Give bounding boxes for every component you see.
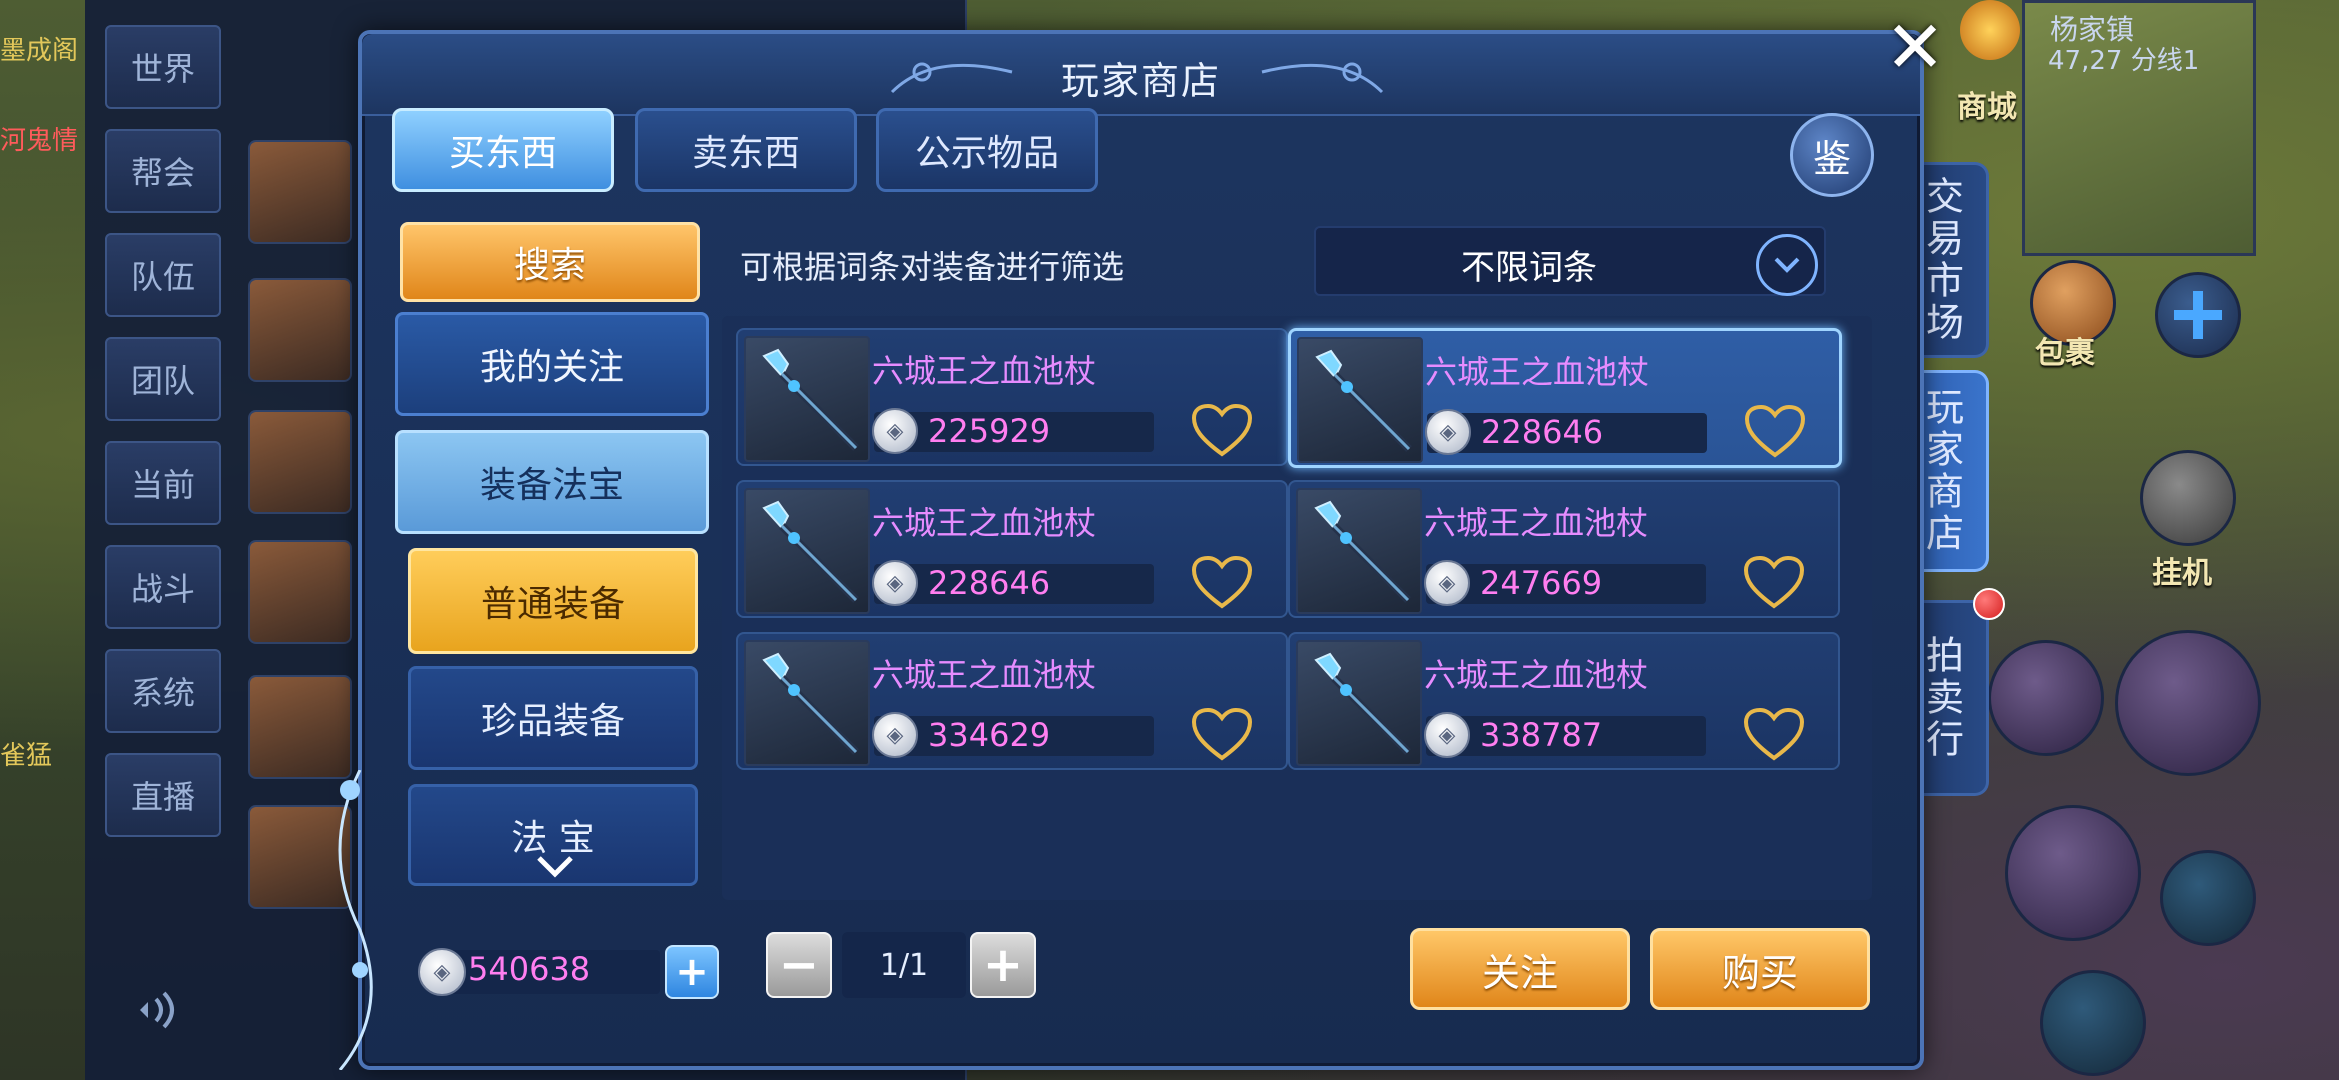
normal-equip-button[interactable]: 普通装备 — [408, 548, 698, 654]
item-price: 334629 — [928, 716, 1051, 754]
flower-ornament-icon — [300, 769, 390, 1071]
silver-coin-icon: ◈ — [1425, 409, 1471, 455]
listing-card[interactable]: 六城王之血池杖 ◈ 247669 — [1288, 480, 1840, 618]
chat-tab-world[interactable]: 世界 — [105, 25, 221, 109]
mall-icon — [1960, 0, 2020, 60]
item-name: 六城王之血池杖 — [872, 504, 1097, 542]
item-name: 六城王之血池杖 — [872, 656, 1097, 694]
filter-hint: 可根据词条对装备进行筛选 — [740, 248, 1125, 286]
auto-label: 挂机 — [2152, 556, 2212, 591]
silver-coin-icon: ◈ — [418, 948, 466, 996]
listing-card[interactable]: 六城王之血池杖 ◈ 225929 — [736, 328, 1288, 466]
chevron-down-icon[interactable] — [535, 850, 575, 891]
item-price: 228646 — [1481, 413, 1604, 451]
silver-coin-icon: ◈ — [1424, 712, 1470, 758]
item-price: 228646 — [928, 564, 1051, 602]
silver-coin-icon: ◈ — [1424, 560, 1470, 606]
affix-filter-dropdown[interactable]: 不限词条 — [1314, 226, 1826, 296]
avatar[interactable] — [248, 540, 352, 644]
skill-icon[interactable] — [2005, 805, 2141, 941]
left-edge-name: 雀猛 — [0, 741, 53, 771]
avatar[interactable] — [248, 278, 352, 382]
minimap-coords: 47,27 分线1 — [2048, 46, 2200, 76]
add-money-button[interactable]: + — [665, 945, 719, 999]
filter-selected-value: 不限词条 — [1461, 248, 1597, 288]
heart-icon[interactable] — [1742, 554, 1806, 610]
skill-icon[interactable] — [1988, 640, 2104, 756]
chat-channel-tabs: 世界 帮会 队伍 团队 当前 战斗 系统 直播 — [105, 25, 221, 857]
close-icon[interactable]: ✕ — [1880, 11, 1950, 83]
mall-label: 商城 — [1957, 90, 2017, 125]
staff-icon — [1297, 337, 1423, 463]
my-follow-button[interactable]: 我的关注 — [395, 312, 709, 416]
heart-icon[interactable] — [1190, 402, 1254, 458]
tab-sell[interactable]: 卖东西 — [635, 108, 857, 192]
voice-icon[interactable] — [130, 985, 190, 1035]
tab-public-items[interactable]: 公示物品 — [876, 108, 1098, 192]
item-price: 338787 — [1480, 716, 1603, 754]
chat-tab-current[interactable]: 当前 — [105, 441, 221, 525]
item-name: 六城王之血池杖 — [1424, 656, 1649, 694]
equip-magic-button[interactable]: 装备法宝 — [395, 430, 709, 534]
tab-buy[interactable]: 买东西 — [392, 108, 614, 192]
chat-tab-team[interactable]: 队伍 — [105, 233, 221, 317]
dialog-title-bar: 玩家商店 — [362, 34, 1920, 116]
heart-icon[interactable] — [1743, 403, 1807, 459]
avatar[interactable] — [248, 140, 352, 244]
silver-coin-icon: ◈ — [872, 712, 918, 758]
listing-card[interactable]: 六城王之血池杖 ◈ 228646 — [736, 480, 1288, 618]
avatar[interactable] — [248, 410, 352, 514]
staff-icon — [1296, 488, 1422, 614]
page-indicator: 1/1 — [842, 932, 966, 998]
item-name: 六城王之血池杖 — [1425, 353, 1650, 391]
plus-icon[interactable] — [2155, 272, 2241, 358]
staff-icon — [744, 336, 870, 462]
item-price: 247669 — [1480, 564, 1603, 602]
left-edge-name: 墨成阁 — [0, 36, 79, 66]
heart-icon[interactable] — [1190, 706, 1254, 762]
staff-icon — [1296, 640, 1422, 766]
listing-card[interactable]: 六城王之血池杖 ◈ 338787 — [1288, 632, 1840, 770]
staff-icon — [744, 488, 870, 614]
identify-button[interactable]: 鉴 — [1790, 113, 1874, 197]
search-button[interactable]: 搜索 — [400, 222, 700, 302]
prev-page-button[interactable]: − — [766, 932, 832, 998]
mall-button[interactable]: 商城 — [1945, 0, 2035, 125]
chevron-down-icon[interactable] — [1756, 234, 1818, 296]
skill-icon[interactable] — [2160, 850, 2256, 946]
listing-card[interactable]: 六城王之血池杖 ◈ 334629 — [736, 632, 1288, 770]
heart-icon[interactable] — [1742, 706, 1806, 762]
item-name: 六城王之血池杖 — [872, 352, 1097, 390]
item-price: 225929 — [928, 412, 1051, 450]
chat-tab-live[interactable]: 直播 — [105, 753, 221, 837]
chat-tab-battle[interactable]: 战斗 — [105, 545, 221, 629]
swords-icon[interactable] — [2140, 450, 2236, 546]
staff-icon — [744, 640, 870, 766]
money-value: 540638 — [468, 950, 591, 988]
notification-dot — [1973, 588, 2005, 620]
left-edge-name: 河鬼情 — [0, 126, 79, 156]
listing-card[interactable]: 六城王之血池杖 ◈ 228646 — [1288, 328, 1842, 468]
heart-icon[interactable] — [1190, 554, 1254, 610]
chat-tab-guild[interactable]: 帮会 — [105, 129, 221, 213]
bag-label: 包裹 — [2035, 336, 2095, 371]
skill-icon[interactable] — [2040, 970, 2146, 1076]
left-edge-strip: 墨成阁 河鬼情 雀猛 — [0, 0, 85, 1080]
follow-button[interactable]: 关注 — [1410, 928, 1630, 1010]
silver-coin-icon: ◈ — [872, 408, 918, 454]
dialog-title: 玩家商店 — [1060, 59, 1221, 103]
next-page-button[interactable]: + — [970, 932, 1036, 998]
item-name: 六城王之血池杖 — [1424, 504, 1649, 542]
avatar[interactable] — [248, 675, 352, 779]
chat-tab-raid[interactable]: 团队 — [105, 337, 221, 421]
skill-icon[interactable] — [2115, 630, 2261, 776]
buy-button[interactable]: 购买 — [1650, 928, 1870, 1010]
silver-coin-icon: ◈ — [872, 560, 918, 606]
chat-tab-system[interactable]: 系统 — [105, 649, 221, 733]
rare-equip-button[interactable]: 珍品装备 — [408, 666, 698, 770]
